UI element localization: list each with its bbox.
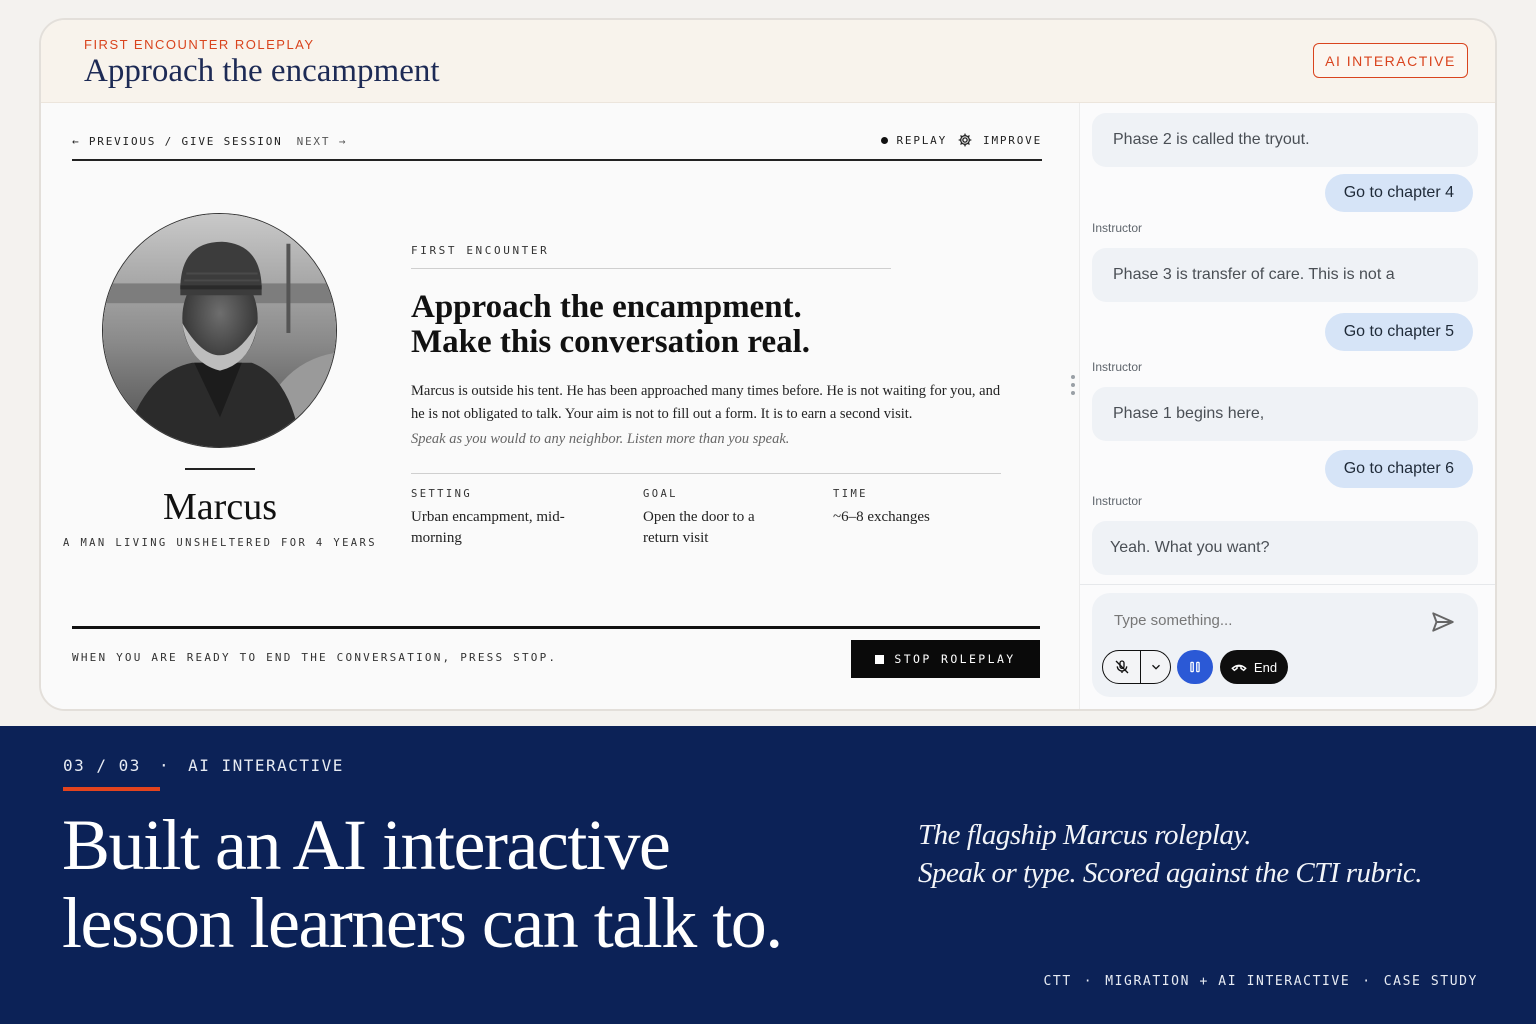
section-label: AI INTERACTIVE	[188, 756, 344, 775]
page-title: Approach the encampment	[84, 53, 440, 89]
chat-message-instructor: Phase 2 is called the tryout.	[1092, 113, 1478, 167]
pause-icon	[1190, 661, 1200, 673]
chat-role-label: Instructor	[1092, 221, 1143, 235]
footer-meta-item: CTT	[1043, 974, 1072, 989]
app-eyebrow: FIRST ENCOUNTER ROLEPLAY	[84, 37, 315, 52]
meta-divider	[411, 473, 1001, 474]
end-call-button[interactable]: End	[1220, 650, 1288, 684]
avatar-marcus	[102, 213, 337, 448]
chat-message-user: Go to chapter 6	[1324, 450, 1473, 488]
gear-icon[interactable]	[957, 132, 973, 148]
lesson-nav: ← PREVIOUS / GIVE SESSION NEXT → REPLAY …	[72, 132, 1042, 161]
replay-button[interactable]: REPLAY	[881, 134, 947, 147]
improve-button[interactable]: IMPROVE	[983, 134, 1042, 147]
mic-control	[1102, 650, 1171, 684]
chevron-down-icon	[1151, 664, 1160, 670]
meta-value: Open the door to a return visit	[643, 509, 755, 546]
lesson-heading: Approach the encampment. Make this conve…	[411, 290, 810, 360]
chat-message-user: Go to chapter 4	[1324, 174, 1473, 212]
lesson-panel: ← PREVIOUS / GIVE SESSION NEXT → REPLAY …	[41, 103, 1069, 709]
pause-button[interactable]	[1177, 650, 1213, 684]
bottom-divider	[72, 626, 1040, 629]
stop-label: STOP ROLEPLAY	[894, 652, 1016, 666]
lesson-body: Marcus is outside his tent. He has been …	[411, 383, 1001, 422]
end-instruction: WHEN YOU ARE READY TO END THE CONVERSATI…	[72, 651, 558, 664]
footer-meta-separator: ·	[1362, 974, 1372, 989]
replay-label: REPLAY	[896, 133, 948, 147]
headline-line1: Built an AI interactive	[62, 805, 671, 885]
section-kicker: 03 / 03 · AI INTERACTIVE	[63, 756, 344, 775]
chat-role-label: Instructor	[1092, 360, 1143, 374]
tagline-line2: Speak or type. Scored against the CTI ru…	[918, 857, 1423, 889]
character-subtitle: A MAN LIVING UNSHELTERED FOR 4 YEARS	[63, 537, 377, 549]
chat-composer: End	[1092, 593, 1478, 697]
next-link[interactable]: NEXT →	[297, 135, 348, 148]
character-name: Marcus	[163, 486, 277, 528]
app-header: FIRST ENCOUNTER ROLEPLAY Approach the en…	[41, 20, 1495, 103]
encounter-label: FIRST ENCOUNTER	[411, 244, 891, 269]
previous-link[interactable]: ← PREVIOUS / GIVE SESSION	[72, 135, 283, 148]
meta-value: Urban encampment, mid-morning	[411, 509, 565, 546]
mute-mic-button[interactable]	[1103, 651, 1141, 683]
lesson-hint: Speak as you would to any neighbor. List…	[411, 431, 790, 447]
lesson-heading-line1: Approach the encampment.	[411, 289, 802, 325]
chat-message-instructor: Yeah. What you want?	[1092, 521, 1478, 575]
footer-meta-item: MIGRATION + AI INTERACTIVE	[1105, 974, 1351, 989]
send-icon[interactable]	[1430, 609, 1456, 635]
footer-meta: CTT · MIGRATION + AI INTERACTIVE · CASE …	[1043, 974, 1478, 989]
kicker-underline	[63, 787, 160, 791]
meta-setting: SETTING Urban encampment, mid-morning	[411, 488, 571, 549]
headline-line2: lesson learners can talk to.	[62, 883, 783, 963]
app-window: FIRST ENCOUNTER ROLEPLAY Approach the en…	[39, 18, 1497, 711]
panel-resize-handle[interactable]	[1070, 375, 1076, 401]
ai-interactive-badge: AI INTERACTIVE	[1313, 43, 1468, 78]
chat-message-user: Go to chapter 5	[1324, 313, 1473, 351]
chat-message-instructor: Phase 3 is transfer of care. This is not…	[1092, 248, 1478, 302]
meta-goal: GOAL Open the door to a return visit	[643, 488, 783, 549]
case-study-headline: Built an AI interactive lesson learners …	[62, 805, 783, 963]
chat-divider	[1080, 584, 1495, 585]
tagline-line1: The flagship Marcus roleplay.	[918, 819, 1251, 851]
mic-off-icon	[1115, 660, 1128, 674]
meta-value: ~6–8 exchanges	[833, 509, 930, 525]
chat-message-instructor: Phase 1 begins here,	[1092, 387, 1478, 441]
meta-key: SETTING	[411, 488, 473, 500]
meta-key: GOAL	[643, 488, 678, 500]
dot-icon	[881, 136, 889, 144]
section-counter: 03 / 03	[63, 756, 141, 775]
footer-meta-separator: ·	[1083, 974, 1094, 989]
portrait-image	[103, 214, 336, 447]
meta-key: TIME	[833, 488, 868, 500]
case-study-tagline: The flagship Marcus roleplay. Speak or t…	[918, 816, 1423, 892]
meta-time: TIME ~6–8 exchanges	[833, 488, 993, 528]
chat-role-label: Instructor	[1092, 494, 1143, 508]
stop-icon	[875, 654, 885, 664]
case-study-footer: 03 / 03 · AI INTERACTIVE Built an AI int…	[0, 726, 1536, 1024]
chat-panel: Phase 2 is called the tryout. Go to chap…	[1079, 103, 1495, 709]
name-divider	[185, 468, 255, 470]
lesson-heading-line2: Make this conversation real.	[411, 324, 811, 360]
end-label: End	[1253, 659, 1278, 675]
phone-end-icon	[1231, 664, 1247, 672]
footer-meta-item: CASE STUDY	[1383, 974, 1478, 989]
kicker-separator: ·	[158, 756, 171, 775]
stop-roleplay-button[interactable]: STOP ROLEPLAY	[851, 640, 1040, 678]
mic-options-button[interactable]	[1141, 651, 1170, 683]
chat-input[interactable]	[1114, 605, 1414, 635]
